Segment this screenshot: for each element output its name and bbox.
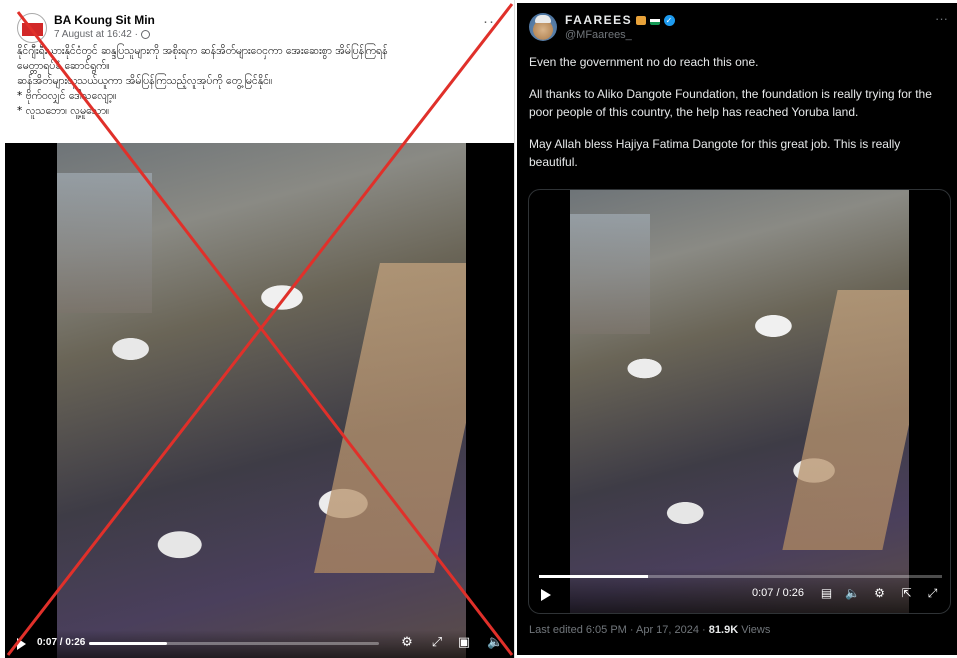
video-time: 0:07 / 0:26 [752, 587, 804, 599]
globe-icon [140, 30, 150, 39]
picture-in-picture-icon[interactable]: ▣ [457, 635, 471, 649]
ground [782, 290, 909, 550]
tweet-footer: Last edited 6:05 PM · Apr 17, 2024 · 81.… [529, 624, 770, 636]
video-frame[interactable] [570, 190, 909, 613]
tweet-paragraph: May Allah bless Hajiya Fatima Dangote fo… [529, 137, 901, 169]
volume-icon[interactable]: 🔈 [487, 635, 503, 649]
post-text-line: နိုင်ဂျီးရီးယားနိုင်ငံတွင် ဆန္ဒပြသူများက… [17, 45, 388, 57]
verified-badge-icon: ✓ [664, 14, 676, 26]
flag-icon [22, 23, 43, 36]
settings-icon[interactable]: ⚙ [400, 635, 414, 649]
building [57, 173, 152, 313]
video-controls: 0:07 / 0:26 ⚙ ⤢ ▣ 🔈 [5, 630, 514, 658]
video-time: 0:07 / 0:26 [37, 637, 86, 648]
more-options-icon[interactable]: ··· [483, 13, 501, 30]
volume-icon[interactable]: 🔈 [845, 586, 860, 601]
views-count: 81.9K [708, 624, 739, 636]
video-frame[interactable] [57, 143, 466, 658]
ground [314, 263, 466, 573]
video-player[interactable]: 0:07 / 0:26 ▤ 🔈 ⚙ ⇱ ⤢ [528, 189, 951, 614]
facebook-post: BA Koung Sit Min 7 August at 16:42 · ···… [0, 0, 515, 658]
building [570, 214, 650, 334]
post-text-line: ဆန်အိတ်များယူသယ်ယူကာ အိမ်ပြန်ကြသည့်လူအုပ… [17, 75, 273, 87]
post-meta: 7 August at 16:42 · [54, 29, 150, 40]
play-icon[interactable] [541, 589, 551, 601]
post-text-line: မေတ္တာရပ်ခံ ဆောင်ရွက်။ [17, 60, 110, 72]
more-options-icon[interactable]: ··· [935, 11, 948, 26]
settings-icon[interactable]: ⚙ [872, 586, 887, 601]
author-avatar[interactable] [529, 13, 557, 41]
tweet-text: Even the government no do reach this one… [529, 53, 947, 185]
captions-icon[interactable]: ▤ [819, 586, 834, 601]
play-icon[interactable] [17, 638, 26, 650]
author-avatar[interactable] [17, 13, 47, 43]
post-text: နိုင်ဂျီးရီးယားနိုင်ငံတွင် ဆန္ဒပြသူများက… [17, 44, 487, 119]
author-handle[interactable]: @MFaarees_ [565, 29, 632, 41]
fullscreen-icon[interactable]: ⤢ [430, 635, 444, 649]
palestine-flag-icon [650, 15, 661, 25]
display-name-text: FAAREES [565, 13, 633, 27]
cap [535, 15, 551, 23]
author-name[interactable]: BA Koung Sit Min [54, 13, 155, 27]
tweet-paragraph: All thanks to Aliko Dangote Foundation, … [529, 87, 932, 119]
video-controls: 0:07 / 0:26 ▤ 🔈 ⚙ ⇱ ⤢ [529, 569, 950, 613]
author-display-name[interactable]: FAAREES ✓ [565, 13, 676, 27]
video-progress-bar[interactable] [89, 642, 379, 645]
tweet: FAAREES ✓ @MFaarees_ ··· Even the govern… [517, 3, 957, 655]
post-date[interactable]: 7 August at 16:42 · [54, 29, 138, 40]
fullscreen-icon[interactable]: ⤢ [925, 586, 940, 601]
edited-timestamp[interactable]: Last edited 6:05 PM · Apr 17, 2024 · [529, 624, 709, 636]
post-text-line: * လူသဘော၊ လူ့မူသော။ [17, 105, 110, 117]
views-label: Views [738, 624, 771, 636]
video-progress-fill [89, 642, 168, 645]
post-text-line: * ဗိုက်ဝလျှင် ဒေါသလျော့။ [17, 90, 117, 102]
pop-out-icon[interactable]: ⇱ [899, 586, 914, 601]
video-player[interactable]: 0:07 / 0:26 ⚙ ⤢ ▣ 🔈 [5, 143, 514, 658]
tweet-paragraph: Even the government no do reach this one… [529, 55, 759, 69]
video-progress-bar[interactable] [539, 575, 942, 578]
emoji-icon [636, 15, 647, 25]
video-progress-fill [539, 575, 648, 578]
